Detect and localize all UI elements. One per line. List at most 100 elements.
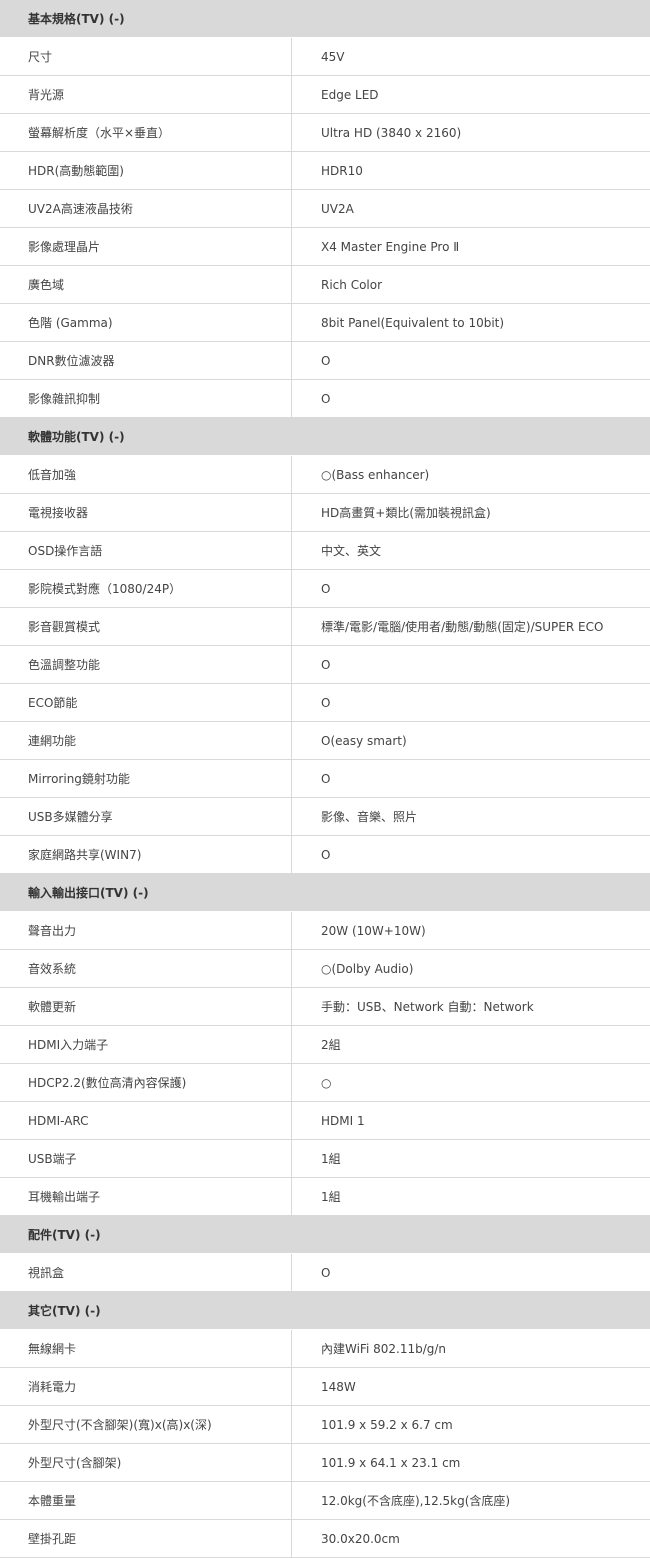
spec-value: X4 Master Engine Pro Ⅱ [321,239,460,254]
spec-row: USB端子 1組 [0,1140,650,1178]
spec-value: Rich Color [321,277,383,292]
spec-value: 2組 [321,1038,341,1052]
spec-row: 影像雜訊抑制 O [0,380,650,418]
spec-row: 影院模式對應（1080/24P） O [0,570,650,608]
spec-label: 耳機輸出端子 [0,1178,292,1215]
spec-row: DNR數位濾波器 O [0,342,650,380]
spec-value: 45V [321,49,345,64]
spec-row: 軟體更新 手動：USB、Network 自動：Network [0,988,650,1026]
spec-value: HD高畫質+類比(需加裝視訊盒) [321,506,491,520]
section-header: 配件(TV) (-) [0,1216,650,1254]
spec-row: 耳機輸出端子 1組 [0,1178,650,1216]
spec-row: HDMI入力端子 2組 [0,1026,650,1064]
spec-label: 軟體更新 [0,988,292,1025]
spec-value: O [321,847,331,862]
spec-row: 外型尺寸(不含腳架)(寬)x(高)x(深) 101.9 x 59.2 x 6.7 … [0,1406,650,1444]
spec-value: 20W (10W+10W) [321,923,426,938]
spec-label: 廣色域 [0,266,292,303]
spec-row: USB多媒體分享 影像、音樂、照片 [0,798,650,836]
spec-value: 手動：USB、Network 自動：Network [321,1000,534,1014]
spec-label: 家庭網路共享(WIN7) [0,836,292,873]
spec-row: Mirroring鏡射功能 O [0,760,650,798]
spec-value: ○(Bass enhancer) [321,467,430,482]
spec-label: 電視接收器 [0,494,292,531]
spec-label: UV2A高速液晶技術 [0,190,292,227]
spec-row: UV2A高速液晶技術 UV2A [0,190,650,228]
spec-value: O [321,581,331,596]
spec-label: HDCP2.2(數位高清內容保護) [0,1064,292,1101]
spec-value: O(easy smart) [321,733,407,748]
spec-row: 消耗電力 148W [0,1368,650,1406]
spec-value: 101.9 x 59.2 x 6.7 cm [321,1417,453,1432]
spec-row: 色階 (Gamma) 8bit Panel(Equivalent to 10bit… [0,304,650,342]
spec-value: 148W [321,1379,356,1394]
spec-row: 螢幕解析度（水平×垂直） Ultra HD (3840 x 2160) [0,114,650,152]
spec-value: O [321,391,331,406]
spec-row: 低音加強 ○(Bass enhancer) [0,456,650,494]
spec-value: O [321,695,331,710]
spec-value: O [321,657,331,672]
spec-row: 背光源 Edge LED [0,76,650,114]
spec-value: HDMI 1 [321,1113,365,1128]
spec-row: 無線網卡 內建WiFi 802.11b/g/n [0,1330,650,1368]
spec-label: USB端子 [0,1140,292,1177]
spec-label: DNR數位濾波器 [0,342,292,379]
spec-label: HDMI-ARC [0,1102,292,1139]
spec-row: 家庭網路共享(WIN7) O [0,836,650,874]
spec-label: 消耗電力 [0,1368,292,1405]
spec-label: 影像雜訊抑制 [0,380,292,417]
spec-table: 基本規格(TV) (-) 尺寸 45V 背光源 Edge LED 螢幕解析度（水平×垂直）… [0,0,650,1558]
spec-value: Ultra HD (3840 x 2160) [321,125,462,140]
spec-label: 壁掛孔距 [0,1520,292,1557]
spec-value: 30.0x20.0cm [321,1531,400,1546]
spec-value: 1組 [321,1190,341,1204]
spec-value: UV2A [321,201,354,216]
spec-row: 影音觀賞模式 標準/電影/電腦/使用者/動態/動態(固定)/SUPER ECO [0,608,650,646]
spec-label: 色階 (Gamma) [0,304,292,341]
spec-label: 視訊盒 [0,1254,292,1291]
spec-row: HDMI-ARC HDMI 1 [0,1102,650,1140]
spec-row: 連網功能 O(easy smart) [0,722,650,760]
spec-label: 本體重量 [0,1482,292,1519]
spec-row: 色溫調整功能 O [0,646,650,684]
spec-row: 聲音出力 20W (10W+10W) [0,912,650,950]
spec-value: ○(Dolby Audio) [321,961,414,976]
spec-value: O [321,1265,331,1280]
spec-label: 外型尺寸(不含腳架)(寬)x(高)x(深) [0,1406,292,1443]
section-header: 基本規格(TV) (-) [0,0,650,38]
spec-label: 無線網卡 [0,1330,292,1367]
spec-value: 標準/電影/電腦/使用者/動態/動態(固定)/SUPER ECO [321,620,604,634]
spec-label: ECO節能 [0,684,292,721]
spec-label: 影像處理晶片 [0,228,292,265]
spec-label: OSD操作言語 [0,532,292,569]
spec-row: 壁掛孔距 30.0x20.0cm [0,1520,650,1558]
section-header: 輸入輸出接口(TV) (-) [0,874,650,912]
section-header: 軟體功能(TV) (-) [0,418,650,456]
spec-row: 視訊盒 O [0,1254,650,1292]
spec-row: 尺寸 45V [0,38,650,76]
spec-row: 外型尺寸(含腳架) 101.9 x 64.1 x 23.1 cm [0,1444,650,1482]
spec-value: O [321,353,331,368]
spec-value: 中文、英文 [321,544,382,558]
spec-value: 8bit Panel(Equivalent to 10bit) [321,315,505,330]
spec-row: 本體重量 12.0kg(不含底座),12.5kg(含底座) [0,1482,650,1520]
spec-row: OSD操作言語 中文、英文 [0,532,650,570]
spec-row: ECO節能 O [0,684,650,722]
spec-row: HDR(高動態範圍) HDR10 [0,152,650,190]
spec-label: 低音加強 [0,456,292,493]
spec-label: 影音觀賞模式 [0,608,292,645]
spec-label: 螢幕解析度（水平×垂直） [0,114,292,151]
section-header: 其它(TV) (-) [0,1292,650,1330]
spec-value: Edge LED [321,87,379,102]
spec-label: HDR(高動態範圍) [0,152,292,189]
spec-label: 聲音出力 [0,912,292,949]
spec-value: O [321,771,331,786]
spec-value: 101.9 x 64.1 x 23.1 cm [321,1455,461,1470]
spec-label: Mirroring鏡射功能 [0,760,292,797]
spec-label: 外型尺寸(含腳架) [0,1444,292,1481]
spec-label: 音效系統 [0,950,292,987]
spec-row: 影像處理晶片 X4 Master Engine Pro Ⅱ [0,228,650,266]
spec-value: 影像、音樂、照片 [321,810,418,824]
spec-row: HDCP2.2(數位高清內容保護) ○ [0,1064,650,1102]
spec-label: 連網功能 [0,722,292,759]
